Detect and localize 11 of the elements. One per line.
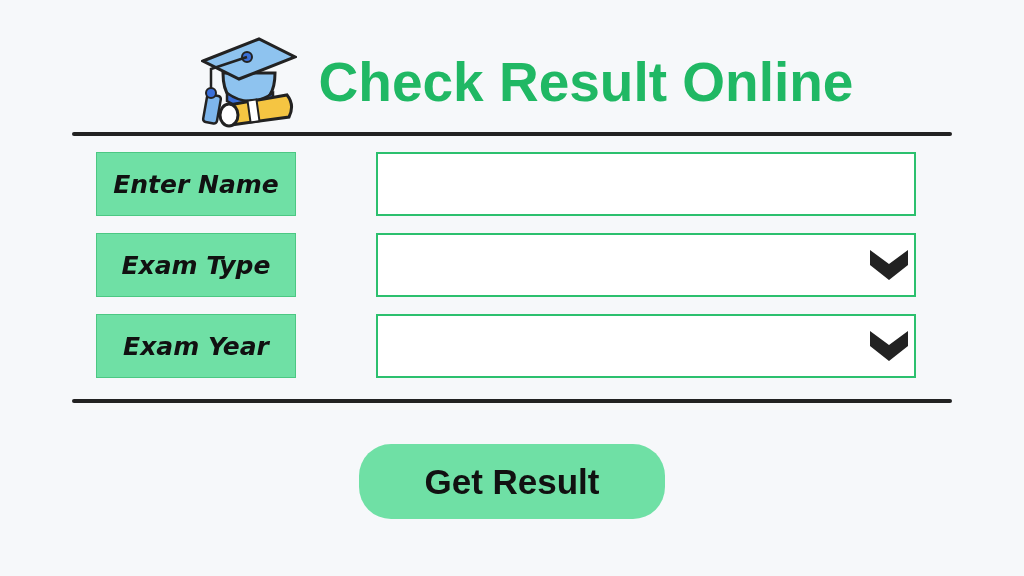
get-result-button[interactable]: Get Result — [359, 444, 665, 519]
graduation-cap-icon — [200, 35, 297, 129]
field-label: Exam Type — [96, 233, 296, 297]
field-label: Exam Year — [96, 314, 296, 378]
chevron-down-icon — [870, 331, 908, 361]
chevron-down-icon — [870, 250, 908, 280]
page-title: Check Result Online — [318, 50, 854, 114]
field-label: Enter Name — [96, 152, 296, 216]
dropdown-field[interactable] — [376, 314, 916, 378]
input-field[interactable] — [376, 152, 916, 216]
dropdown-field[interactable] — [376, 233, 916, 297]
